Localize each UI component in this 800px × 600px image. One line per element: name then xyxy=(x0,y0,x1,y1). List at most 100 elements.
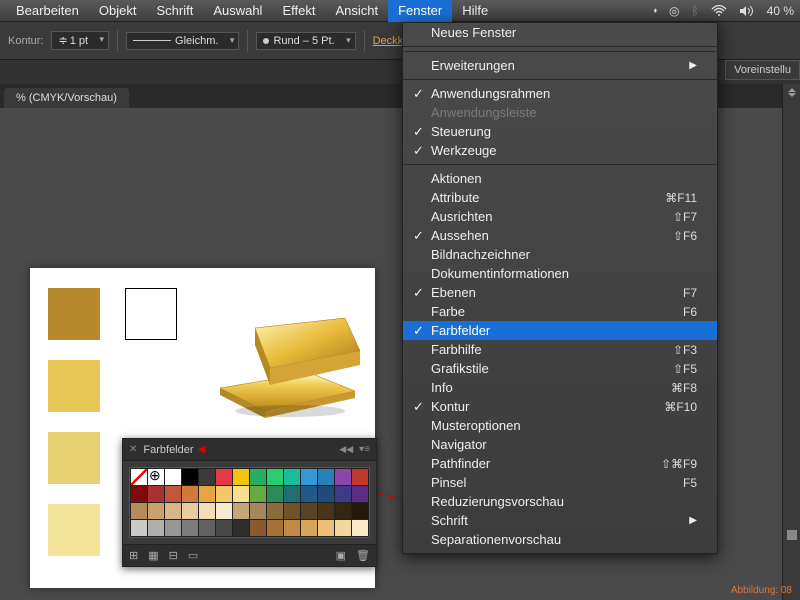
swatch-cell[interactable] xyxy=(284,503,300,519)
menu-item-reduzierungsvorschau[interactable]: Reduzierungsvorschau xyxy=(403,492,717,511)
swatch-cell[interactable] xyxy=(284,520,300,536)
swatch-cell[interactable] xyxy=(165,469,181,485)
swatch-cell[interactable] xyxy=(131,520,147,536)
menu-item-ebenen[interactable]: ✓EbenenF7 xyxy=(403,283,717,302)
preferences-button[interactable]: Voreinstellu xyxy=(725,60,800,80)
menu-item-kontur[interactable]: ✓Kontur⌘F10 xyxy=(403,397,717,416)
swatch-cell[interactable] xyxy=(250,469,266,485)
new-group-icon[interactable]: ▭ xyxy=(188,549,198,562)
swatch-cell[interactable] xyxy=(131,486,147,502)
swatch-cell[interactable] xyxy=(318,486,334,502)
volume-icon[interactable] xyxy=(739,5,755,17)
delete-swatch-icon[interactable]: 🗑 xyxy=(356,549,370,562)
new-swatch-icon[interactable]: ▣ xyxy=(336,549,346,562)
swatch-cell[interactable] xyxy=(301,520,317,536)
menu-auswahl[interactable]: Auswahl xyxy=(203,0,272,22)
swatch-cell[interactable] xyxy=(233,486,249,502)
swatch-cell[interactable] xyxy=(267,503,283,519)
document-tab[interactable]: % (CMYK/Vorschau) xyxy=(4,88,129,108)
swatch-cell[interactable] xyxy=(233,520,249,536)
wifi-icon[interactable] xyxy=(711,5,727,17)
swatch-cell[interactable] xyxy=(131,503,147,519)
swatch-cell[interactable] xyxy=(165,503,181,519)
swatch-cell[interactable] xyxy=(352,503,368,519)
menu-item-grafikstile[interactable]: Grafikstile⇧F5 xyxy=(403,359,717,378)
swatch-cell[interactable] xyxy=(131,469,147,485)
swatch-cell[interactable] xyxy=(182,503,198,519)
menu-item-aktionen[interactable]: Aktionen xyxy=(403,169,717,188)
panel-collapse-icon[interactable]: ◀◀ xyxy=(339,444,353,455)
swatch-cell[interactable] xyxy=(182,486,198,502)
swatch-cell[interactable] xyxy=(318,469,334,485)
gold-swatch-3[interactable] xyxy=(48,432,100,484)
swatch-cell[interactable] xyxy=(284,486,300,502)
swatch-cell[interactable] xyxy=(352,520,368,536)
swatch-cell[interactable] xyxy=(199,520,215,536)
swatch-cell[interactable] xyxy=(148,520,164,536)
menu-item-info[interactable]: Info⌘F8 xyxy=(403,378,717,397)
menu-hilfe[interactable]: Hilfe xyxy=(452,0,498,22)
gold-swatch-4[interactable] xyxy=(48,504,100,556)
swatch-cell[interactable] xyxy=(352,469,368,485)
menu-item-dokumentinformationen[interactable]: Dokumentinformationen xyxy=(403,264,717,283)
menu-item-anwendungsrahmen[interactable]: ✓Anwendungsrahmen xyxy=(403,84,717,103)
dropbox-icon[interactable]: ⬪ xyxy=(654,3,657,18)
menu-item-pinsel[interactable]: PinselF5 xyxy=(403,473,717,492)
menu-item-attribute[interactable]: Attribute⌘F11 xyxy=(403,188,717,207)
swatch-cell[interactable] xyxy=(352,486,368,502)
swatch-cell[interactable] xyxy=(182,520,198,536)
gold-swatch-2[interactable] xyxy=(48,360,100,412)
swatch-cell[interactable] xyxy=(165,520,181,536)
swatch-library-icon[interactable]: ⊞ xyxy=(129,549,138,562)
swatch-cell[interactable] xyxy=(199,469,215,485)
bluetooth-icon[interactable]: ᛒ xyxy=(691,4,698,18)
swatch-cell[interactable] xyxy=(301,486,317,502)
menu-schrift[interactable]: Schrift xyxy=(146,0,203,22)
swatch-cell[interactable] xyxy=(216,520,232,536)
menu-item-werkzeuge[interactable]: ✓Werkzeuge xyxy=(403,141,717,160)
menu-item-neues-fenster[interactable]: Neues Fenster xyxy=(403,23,717,42)
swatch-cell[interactable] xyxy=(335,520,351,536)
swatch-cell[interactable] xyxy=(233,469,249,485)
swatch-cell[interactable] xyxy=(250,486,266,502)
menu-item-schrift[interactable]: Schrift▶ xyxy=(403,511,717,530)
menu-item-farbe[interactable]: FarbeF6 xyxy=(403,302,717,321)
swatch-cell[interactable] xyxy=(267,486,283,502)
menu-fenster[interactable]: Fenster xyxy=(388,0,452,22)
swatch-cell[interactable] xyxy=(335,469,351,485)
swatch-cell[interactable] xyxy=(216,469,232,485)
swatch-cell[interactable] xyxy=(250,503,266,519)
menu-item-aussehen[interactable]: ✓Aussehen⇧F6 xyxy=(403,226,717,245)
menu-item-ausrichten[interactable]: Ausrichten⇧F7 xyxy=(403,207,717,226)
swatch-cell[interactable] xyxy=(267,520,283,536)
menu-item-pathfinder[interactable]: Pathfinder⇧⌘F9 xyxy=(403,454,717,473)
menu-objekt[interactable]: Objekt xyxy=(89,0,147,22)
swatches-panel[interactable]: ✕ Farbfelder ◀ ◀◀ ▾≡ ⊞ ▦ ⊟ ▭ ▣ 🗑 xyxy=(122,438,377,567)
panel-header[interactable]: ✕ Farbfelder ◀ ◀◀ ▾≡ xyxy=(123,439,376,461)
menu-item-musteroptionen[interactable]: Musteroptionen xyxy=(403,416,717,435)
swatch-cell[interactable] xyxy=(148,486,164,502)
swatch-cell[interactable] xyxy=(318,503,334,519)
menu-item-steuerung[interactable]: ✓Steuerung xyxy=(403,122,717,141)
swatch-cell[interactable] xyxy=(148,503,164,519)
swatch-cell[interactable] xyxy=(250,520,266,536)
swatch-grid[interactable] xyxy=(129,467,370,538)
menu-item-bildnachzeichner[interactable]: Bildnachzeichner xyxy=(403,245,717,264)
stroke-cap-combo[interactable]: Rund – 5 Pt. xyxy=(256,32,355,50)
stroke-width-combo[interactable]: ≑1 pt xyxy=(51,31,109,50)
swatch-cell[interactable] xyxy=(233,503,249,519)
swatch-cell[interactable] xyxy=(216,503,232,519)
gold-swatch-1[interactable] xyxy=(48,288,100,340)
menu-bearbeiten[interactable]: Bearbeiten xyxy=(6,0,89,22)
panel-close-icon[interactable]: ✕ xyxy=(129,444,137,455)
menu-item-navigator[interactable]: Navigator xyxy=(403,435,717,454)
swatch-kind-icon[interactable]: ▦ xyxy=(148,549,158,562)
swatch-cell[interactable] xyxy=(301,503,317,519)
swatch-cell[interactable] xyxy=(335,486,351,502)
menu-item-erweiterungen[interactable]: Erweiterungen▶ xyxy=(403,56,717,75)
swatch-cell[interactable] xyxy=(182,469,198,485)
swatch-cell[interactable] xyxy=(165,486,181,502)
swatch-cell[interactable] xyxy=(335,503,351,519)
swatch-cell[interactable] xyxy=(301,469,317,485)
stroke-dash-combo[interactable]: Gleichm. xyxy=(126,32,239,50)
